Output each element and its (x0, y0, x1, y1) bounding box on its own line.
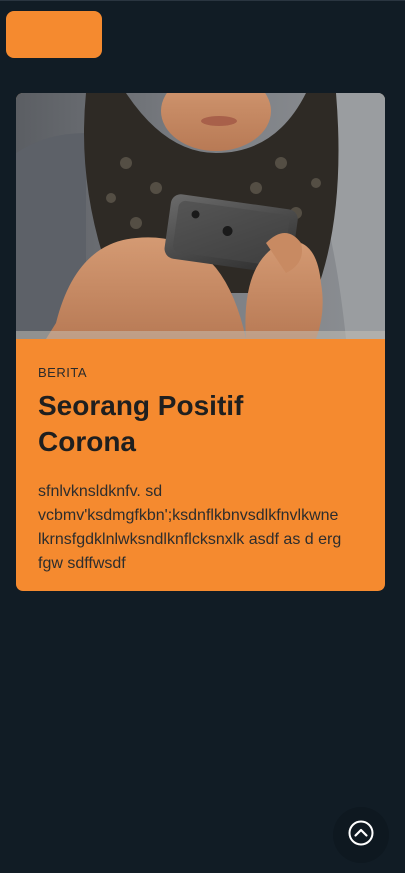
page: BERITA Seorang Positif Corona sfnlvknsld… (0, 0, 405, 873)
chevron-up-circle-icon (348, 820, 374, 851)
menu-button[interactable] (6, 11, 102, 58)
news-category: BERITA (38, 365, 87, 380)
news-card[interactable]: BERITA Seorang Positif Corona sfnlvknsld… (16, 93, 385, 591)
news-excerpt: sfnlvknsldknfv. sd vcbmv'ksdmgfkbn';ksdn… (38, 483, 342, 572)
news-title[interactable]: Seorang Positif Corona (38, 388, 338, 460)
news-card-body: BERITA Seorang Positif Corona sfnlvknsld… (16, 339, 385, 576)
news-image (16, 93, 385, 339)
scroll-to-top-button[interactable] (333, 807, 389, 863)
